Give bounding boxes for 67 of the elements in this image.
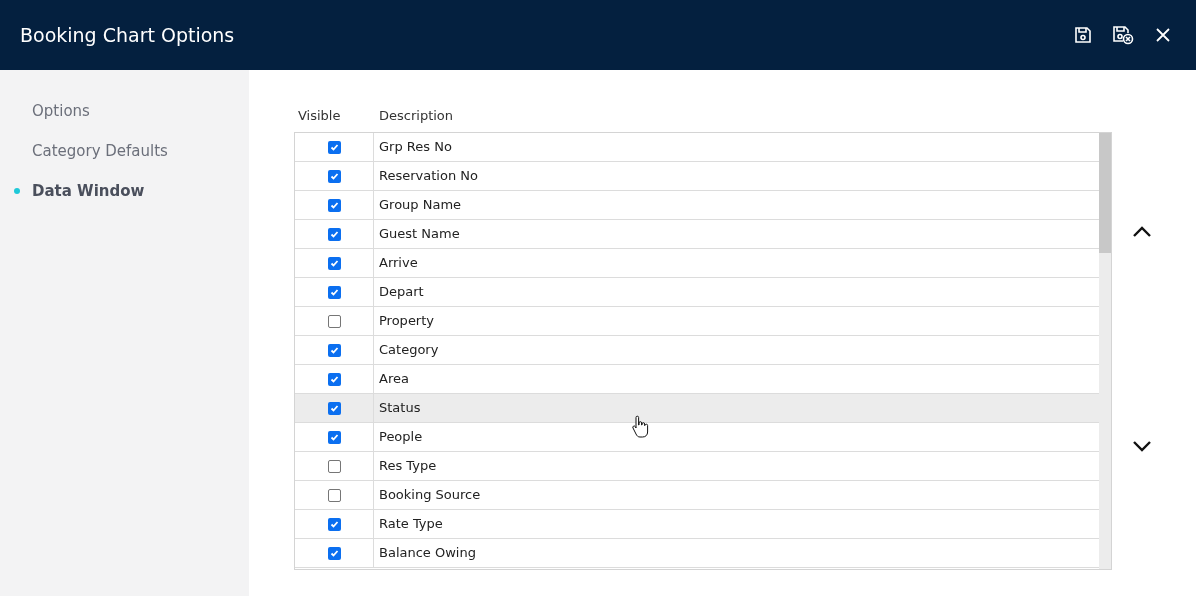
checkbox[interactable] [327, 488, 341, 502]
table-cell-text: Res Type [379, 457, 437, 476]
table-cell-text: Arrive [379, 254, 418, 273]
table-row[interactable]: People [295, 423, 1099, 452]
table-cell-text: Rate Type [379, 515, 443, 534]
sidebar-item[interactable]: Category Defaults [0, 138, 249, 164]
checkbox[interactable] [327, 343, 341, 357]
column-header: Visible [297, 107, 342, 125]
table-row[interactable]: Balance Owing [295, 539, 1099, 568]
table-cell-text: Guest Name [379, 225, 460, 244]
checkmark-icon [329, 171, 339, 181]
table-cell-text: Property [379, 312, 434, 331]
table-cell-text: Reservation No [379, 167, 478, 186]
table-row[interactable]: Arrive [295, 249, 1099, 278]
checkmark-icon [329, 374, 339, 384]
table-row[interactable]: Depart [295, 278, 1099, 307]
hand-cursor-icon [632, 415, 649, 439]
checkbox[interactable] [327, 372, 341, 386]
table-cell-text: People [379, 428, 423, 447]
checkmark-icon [329, 403, 339, 413]
checkmark-icon [329, 287, 339, 297]
checkmark-icon [329, 519, 339, 529]
table-row[interactable]: Area [295, 365, 1099, 394]
table-row[interactable]: Property [295, 307, 1099, 336]
scrollbar[interactable] [1099, 133, 1111, 569]
table-row[interactable]: Grp Res No [295, 133, 1099, 162]
checkbox[interactable] [327, 546, 341, 560]
table-row[interactable]: Guest Name [295, 220, 1099, 249]
column-header: Description [378, 107, 454, 125]
checkbox[interactable] [327, 314, 341, 328]
checkmark-icon [329, 432, 339, 442]
checkbox[interactable] [327, 140, 341, 154]
checkbox[interactable] [327, 401, 341, 415]
table-cell-text: Group Name [379, 196, 462, 215]
table-cell-text: Depart [379, 283, 424, 302]
checkbox[interactable] [327, 169, 341, 183]
checkmark-icon [329, 548, 339, 558]
table-row[interactable]: Group Name [295, 191, 1099, 220]
checkmark-icon [329, 142, 339, 152]
table-cell-text: Area [379, 370, 409, 389]
save-close-icon[interactable] [1111, 23, 1135, 47]
sidebar-item[interactable]: Data Window [0, 178, 249, 204]
table-cell-text: Status [379, 399, 421, 418]
sidebar-item[interactable]: Options [0, 98, 249, 124]
table-cell-text: Balance Owing [379, 544, 476, 563]
table-row[interactable]: Booking Source [295, 481, 1099, 510]
table-row[interactable]: Category [295, 336, 1099, 365]
checkbox[interactable] [327, 198, 341, 212]
checkmark-icon [329, 229, 339, 239]
checkbox[interactable] [327, 256, 341, 270]
table-row[interactable]: Status [295, 394, 1099, 423]
checkbox[interactable] [327, 517, 341, 531]
checkmark-icon [329, 345, 339, 355]
checkbox[interactable] [327, 285, 341, 299]
checkmark-icon [329, 200, 339, 210]
scrollbar-thumb[interactable] [1099, 133, 1111, 253]
window-title: Booking Chart Options [20, 22, 236, 48]
checkbox[interactable] [327, 430, 341, 444]
checkmark-icon [329, 258, 339, 268]
table-row[interactable]: Res Type [295, 452, 1099, 481]
table-cell-text: Grp Res No [379, 138, 452, 157]
checkbox[interactable] [327, 459, 341, 473]
table-cell-text: Category [379, 341, 439, 360]
table-row[interactable]: Rate Type [295, 510, 1099, 539]
table-row[interactable]: Reservation No [295, 162, 1099, 191]
table-cell-text: Booking Source [379, 486, 481, 505]
checkbox[interactable] [327, 227, 341, 241]
